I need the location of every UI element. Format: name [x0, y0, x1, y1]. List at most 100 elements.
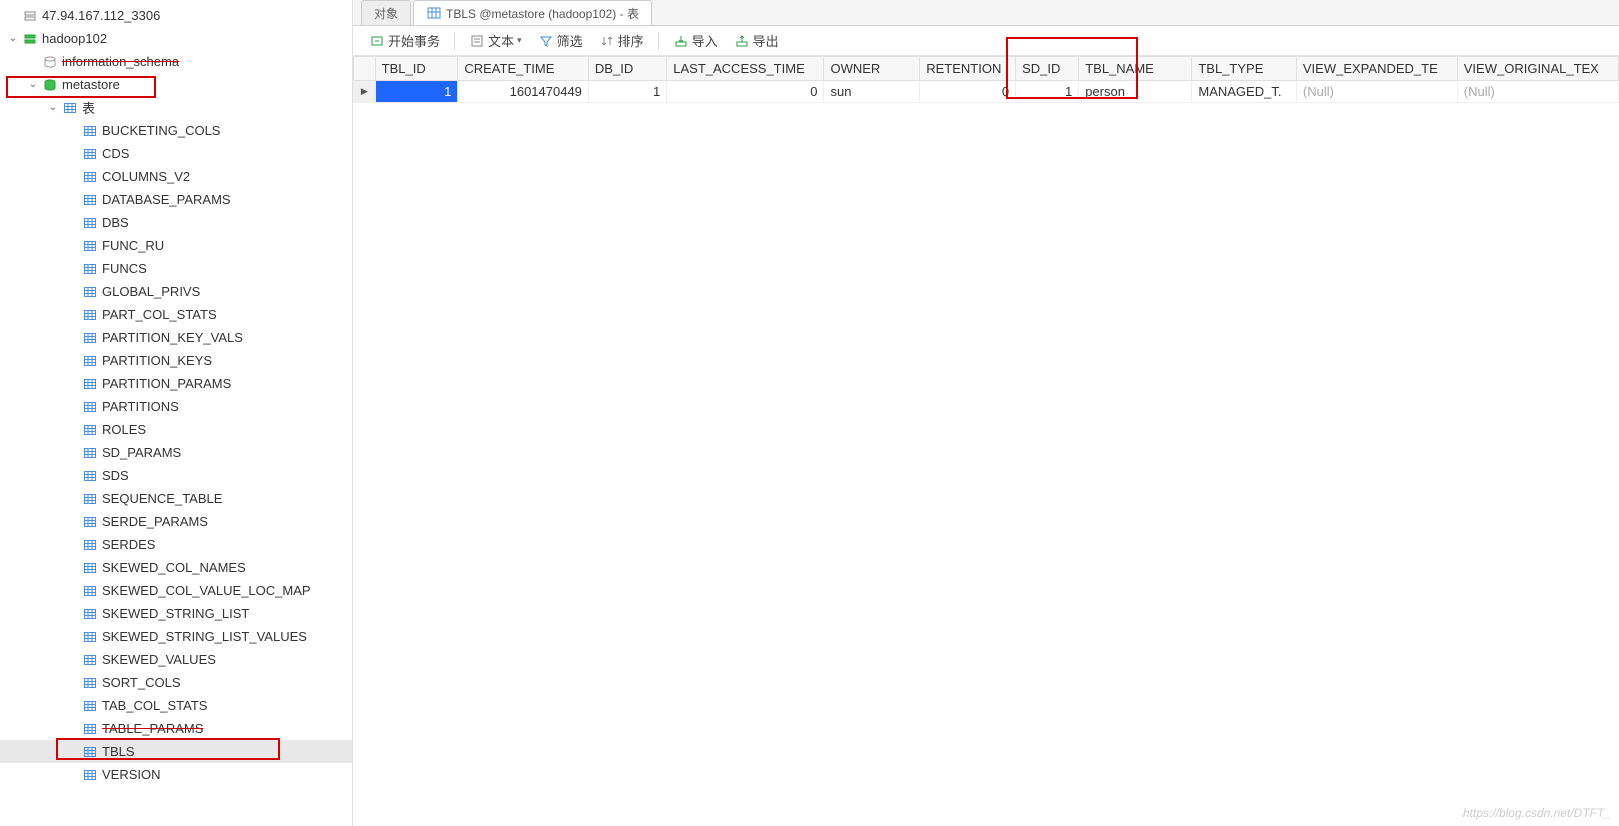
tree-node-label: hadoop102	[42, 31, 107, 46]
column-header-db_id[interactable]: DB_ID	[588, 57, 666, 81]
filter-button[interactable]: 筛选	[532, 29, 589, 53]
tree-node-skewed-col-names[interactable]: SKEWED_COL_NAMES	[0, 556, 352, 579]
tree-node-label: BUCKETING_COLS	[102, 123, 220, 138]
table-icon	[82, 468, 98, 484]
tree-node-database-params[interactable]: DATABASE_PARAMS	[0, 188, 352, 211]
chevron-down-icon[interactable]: ⌄	[46, 102, 60, 113]
tree-node-label: PARTITION_KEY_VALS	[102, 330, 243, 345]
column-header-sd_id[interactable]: SD_ID	[1016, 57, 1079, 81]
transaction-icon	[369, 33, 385, 49]
tree-node--[interactable]: ⌄表	[0, 96, 352, 119]
table-icon	[82, 514, 98, 530]
tree-node-hadoop102[interactable]: ⌄ hadoop102	[0, 27, 352, 50]
cell-last_access_time[interactable]: 0	[667, 81, 824, 103]
cell-tbl_type[interactable]: MANAGED_T.	[1192, 81, 1297, 103]
cell-tbl_id[interactable]: 1	[375, 81, 458, 103]
export-button[interactable]: 导出	[728, 29, 785, 53]
tree-node-sort-cols[interactable]: SORT_COLS	[0, 671, 352, 694]
tree-node-metastore[interactable]: ⌄metastore	[0, 73, 352, 96]
text-icon	[469, 33, 485, 49]
cell-view_expanded_te[interactable]: (Null)	[1296, 81, 1457, 103]
cell-create_time[interactable]: 1601470449	[458, 81, 589, 103]
tree-node-label: SDS	[102, 468, 129, 483]
tree-node-table-params[interactable]: TABLE_PARAMS	[0, 717, 352, 740]
column-header-owner[interactable]: OWNER	[824, 57, 920, 81]
tree-node-dbs[interactable]: DBS	[0, 211, 352, 234]
cell-view_original_tex[interactable]: (Null)	[1457, 81, 1618, 103]
tree-node-tbls[interactable]: TBLS	[0, 740, 352, 763]
tree-node-serde-params[interactable]: SERDE_PARAMS	[0, 510, 352, 533]
cell-owner[interactable]: sun	[824, 81, 920, 103]
tab-objects[interactable]: 对象	[361, 0, 411, 25]
tree-node-cds[interactable]: CDS	[0, 142, 352, 165]
data-grid[interactable]: TBL_IDCREATE_TIMEDB_IDLAST_ACCESS_TIMEOW…	[353, 56, 1619, 103]
tree-node-skewed-string-list-values[interactable]: SKEWED_STRING_LIST_VALUES	[0, 625, 352, 648]
toolbar: 开始事务 文本 ▾ 筛选 排序 导入	[353, 26, 1619, 56]
sort-button[interactable]: 排序	[593, 29, 650, 53]
tree-node-skewed-values[interactable]: SKEWED_VALUES	[0, 648, 352, 671]
column-header-create_time[interactable]: CREATE_TIME	[458, 57, 589, 81]
import-label: 导入	[692, 31, 718, 50]
column-header-view_original_tex[interactable]: VIEW_ORIGINAL_TEX	[1457, 57, 1618, 81]
tree-node-partitions[interactable]: PARTITIONS	[0, 395, 352, 418]
tree-node-47-94-167-112-3306[interactable]: 47.94.167.112_3306	[0, 4, 352, 27]
begin-transaction-button[interactable]: 开始事务	[363, 29, 446, 53]
table-icon	[82, 353, 98, 369]
tree-node-partition-params[interactable]: PARTITION_PARAMS	[0, 372, 352, 395]
tree-node-columns-v2[interactable]: COLUMNS_V2	[0, 165, 352, 188]
tree-node-version[interactable]: VERSION	[0, 763, 352, 786]
tree-node-sequence-table[interactable]: SEQUENCE_TABLE	[0, 487, 352, 510]
tree-node-label: GLOBAL_PRIVS	[102, 284, 200, 299]
tree-node-label: SKEWED_VALUES	[102, 652, 216, 667]
tree-node-partition-key-vals[interactable]: PARTITION_KEY_VALS	[0, 326, 352, 349]
tree-node-partition-keys[interactable]: PARTITION_KEYS	[0, 349, 352, 372]
column-header-view_expanded_te[interactable]: VIEW_EXPANDED_TE	[1296, 57, 1457, 81]
sort-label: 排序	[618, 31, 644, 50]
tree-node-tab-col-stats[interactable]: TAB_COL_STATS	[0, 694, 352, 717]
db-green-icon	[42, 77, 58, 93]
table-icon	[82, 261, 98, 277]
tree-node-serdes[interactable]: SERDES	[0, 533, 352, 556]
tree-node-skewed-string-list[interactable]: SKEWED_STRING_LIST	[0, 602, 352, 625]
tree-node-roles[interactable]: ROLES	[0, 418, 352, 441]
cell-retention[interactable]: 0	[920, 81, 1016, 103]
table-icon	[82, 169, 98, 185]
tree-node-func-ru[interactable]: FUNC_RU	[0, 234, 352, 257]
chevron-down-icon[interactable]: ⌄	[26, 79, 40, 90]
tree-node-label: 表	[82, 98, 95, 117]
tree-node-sd-params[interactable]: SD_PARAMS	[0, 441, 352, 464]
tree-node-label: CDS	[102, 146, 129, 161]
text-button[interactable]: 文本 ▾	[463, 29, 528, 53]
column-header-tbl_id[interactable]: TBL_ID	[375, 57, 458, 81]
cell-sd_id[interactable]: 1	[1016, 81, 1079, 103]
table-icon	[82, 307, 98, 323]
table-icon	[82, 284, 98, 300]
tree-node-bucketing-cols[interactable]: BUCKETING_COLS	[0, 119, 352, 142]
column-header-retention[interactable]: RETENTION	[920, 57, 1016, 81]
cell-tbl_name[interactable]: person	[1079, 81, 1192, 103]
tree-node-sds[interactable]: SDS	[0, 464, 352, 487]
table-folder-icon	[62, 100, 78, 116]
connection-tree[interactable]: 47.94.167.112_3306 ⌄ hadoop102 information_…	[0, 0, 353, 826]
tree-node-information-schema[interactable]: information_schema	[0, 50, 352, 73]
table-icon	[426, 5, 442, 21]
data-grid-wrap[interactable]: TBL_IDCREATE_TIMEDB_IDLAST_ACCESS_TIMEOW…	[353, 56, 1619, 826]
cell-db_id[interactable]: 1	[588, 81, 666, 103]
tree-node-funcs[interactable]: FUNCS	[0, 257, 352, 280]
tree-node-skewed-col-value-loc-map[interactable]: SKEWED_COL_VALUE_LOC_MAP	[0, 579, 352, 602]
column-header-tbl_name[interactable]: TBL_NAME	[1079, 57, 1192, 81]
tree-node-global-privs[interactable]: GLOBAL_PRIVS	[0, 280, 352, 303]
tree-node-label: information_schema	[62, 54, 179, 69]
tree-node-label: COLUMNS_V2	[102, 169, 190, 184]
import-button[interactable]: 导入	[667, 29, 724, 53]
row-handle[interactable]: ▶	[354, 81, 376, 103]
tab-tbls[interactable]: TBLS @metastore (hadoop102) - 表	[413, 0, 652, 25]
table-icon	[82, 767, 98, 783]
tree-node-part-col-stats[interactable]: PART_COL_STATS	[0, 303, 352, 326]
chevron-down-icon[interactable]: ⌄	[6, 33, 20, 44]
chevron-down-icon: ▾	[517, 35, 522, 46]
table-row[interactable]: ▶1160147044910sun01personMANAGED_T.(Null…	[354, 81, 1619, 103]
column-header-tbl_type[interactable]: TBL_TYPE	[1192, 57, 1297, 81]
tab-tbls-label: TBLS @metastore (hadoop102) - 表	[446, 5, 639, 22]
column-header-last_access_time[interactable]: LAST_ACCESS_TIME	[667, 57, 824, 81]
